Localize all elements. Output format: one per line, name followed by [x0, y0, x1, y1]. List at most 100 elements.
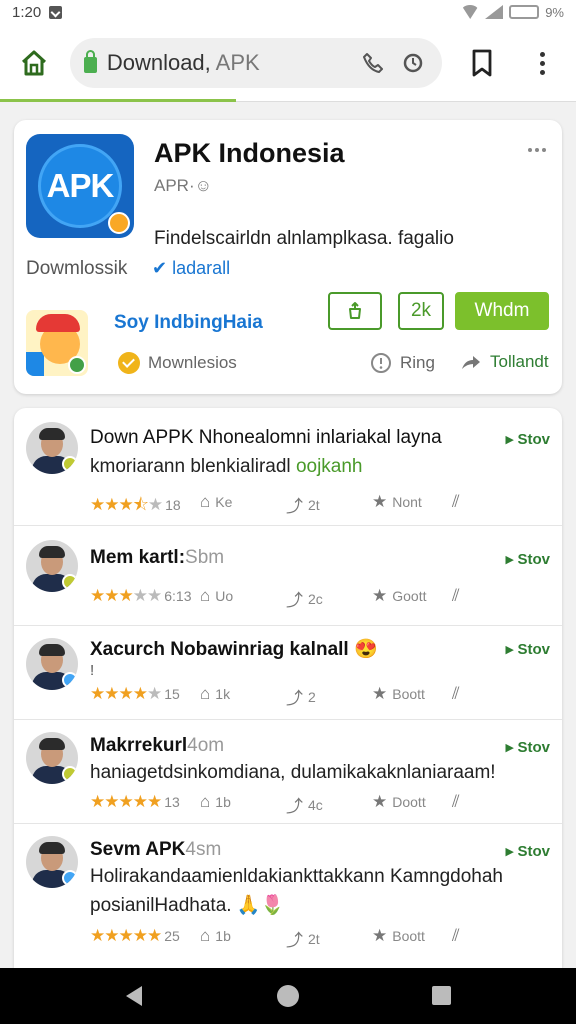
follow-button[interactable]: ▸ Stov	[506, 842, 550, 860]
share-icon: ⫽	[452, 586, 460, 605]
review-actions: ★★★★★ 15 ⌂ 1k ⤴ 2 ★ Boott ⫽	[90, 684, 550, 709]
star-action-count: Boott	[392, 686, 425, 702]
forward-icon	[462, 356, 480, 369]
review-item[interactable]: Down APPK Nhonealomni inlariakal layna ▸…	[14, 408, 562, 526]
star-action[interactable]: ★ Doott	[372, 792, 426, 812]
share-action[interactable]: ⫽	[452, 586, 460, 606]
reviewer-avatar[interactable]	[26, 422, 78, 474]
reviewer-avatar[interactable]	[26, 732, 78, 784]
reviewer-avatar[interactable]	[26, 540, 78, 592]
star-action[interactable]: ★ Goott	[372, 586, 427, 606]
repost-action[interactable]: ⤴ 2t	[286, 492, 320, 517]
share-action[interactable]: ⫽	[452, 492, 460, 512]
app-logo-badge-icon	[108, 212, 130, 234]
meta-share-label: Tollandt	[490, 352, 549, 371]
phone-icon[interactable]	[358, 48, 388, 78]
reply-action[interactable]: ⌂ 1b	[200, 926, 231, 946]
reply-action-count: 1b	[215, 928, 231, 944]
repost-action-count: 2c	[308, 590, 323, 607]
review-text: !	[90, 662, 95, 679]
verified-link[interactable]: ✔ ladarall	[152, 258, 230, 279]
share-action[interactable]: ⫽	[452, 792, 460, 812]
star-action[interactable]: ★ Boott	[372, 684, 425, 704]
share-button[interactable]	[328, 292, 382, 330]
star-action-count: Goott	[392, 588, 427, 604]
follow-button[interactable]: ▸ Stov	[506, 640, 550, 658]
review-actions: ★★★⯪★ 18 ⌂ Ke ⤴ 2t ★ Nont ⫽	[90, 492, 550, 517]
bookmark-button[interactable]	[462, 43, 502, 83]
reply-action-count: 1k	[215, 686, 231, 702]
count-button[interactable]: 2k	[398, 292, 444, 330]
follow-button[interactable]: ▸ Stov	[506, 738, 550, 756]
repost-action-count: 2	[308, 688, 316, 705]
developer-avatar[interactable]	[26, 310, 88, 376]
rating-count: 15	[164, 686, 180, 702]
review-title-text: Sevm APK	[90, 839, 186, 860]
url-dim: APK	[210, 50, 260, 75]
app-description: Findelscairldn alnlamplkasa. fagalio	[154, 228, 454, 249]
meta-share[interactable]: Tollandt	[460, 352, 549, 372]
repost-action[interactable]: ⤴ 4c	[286, 792, 323, 817]
star-icon: ★	[372, 792, 388, 811]
page-load-progress	[0, 99, 237, 102]
review-title: Xacurch Nobawinriag kalnall 😍	[90, 637, 378, 661]
star-icon: ★	[372, 684, 388, 703]
follow-button[interactable]: ▸ Stov	[506, 550, 550, 568]
reply-action[interactable]: ⌂ Ke	[200, 492, 232, 512]
share-action[interactable]: ⫽	[452, 926, 460, 946]
repost-action[interactable]: ⤴ 2c	[286, 586, 323, 611]
url-text[interactable]: Download, APK	[107, 50, 349, 76]
repost-action-count: 2t	[308, 496, 320, 513]
review-title: Makrrekurl4om	[90, 735, 224, 757]
reply-icon: ⌂	[200, 492, 211, 511]
share-icon: ⫽	[452, 684, 460, 703]
star-icon: ★	[372, 926, 388, 945]
share-icon: ⫽	[452, 926, 460, 945]
reviewer-avatar[interactable]	[26, 836, 78, 888]
search-icon[interactable]	[398, 48, 428, 78]
app-logo[interactable]: APK	[26, 134, 134, 238]
reply-action[interactable]: ⌂ 1b	[200, 792, 231, 812]
home-circle-icon[interactable]	[277, 985, 299, 1007]
reply-action[interactable]: ⌂ Uo	[200, 586, 233, 606]
star-rating: ★★★★★ 25	[90, 926, 180, 945]
meta-ring[interactable]: Ring	[370, 352, 435, 374]
star-rating: ★★★★★ 6:13	[90, 586, 192, 605]
star-action[interactable]: ★ Boott	[372, 926, 425, 946]
home-button[interactable]	[14, 43, 54, 83]
card-more-icon[interactable]	[528, 148, 546, 152]
review-text: Holirakandaamienldakiankttakkann Kamngdo…	[90, 866, 503, 887]
reviewer-avatar[interactable]	[26, 638, 78, 690]
review-text-link[interactable]: oojkanh	[296, 456, 363, 477]
reply-action-count: 1b	[215, 794, 231, 810]
recents-icon[interactable]	[432, 986, 451, 1005]
developer-name[interactable]: Soy IndbingHaia	[114, 312, 263, 334]
follow-button[interactable]: ▸ Stov	[506, 430, 550, 448]
verified-badge-icon	[62, 766, 78, 782]
review-item[interactable]: Sevm APK4sm ▸ Stov Holirakandaamienldaki…	[14, 824, 562, 968]
review-text: kmoriarann blenkialiradl oojkanh	[90, 456, 363, 478]
more-menu-icon[interactable]	[522, 43, 562, 83]
review-title-text: Down APPK Nhonealomni inlariakal layna	[90, 427, 442, 448]
downloads-label: Dowmlossik	[26, 258, 128, 279]
back-icon[interactable]	[126, 986, 142, 1006]
review-text: haniagetdsinkomdiana, dulamikakaknlaniar…	[90, 762, 496, 783]
review-item[interactable]: Xacurch Nobawinriag kalnall 😍 ▸ Stov ! ★…	[14, 626, 562, 720]
share-action[interactable]: ⫽	[452, 684, 460, 704]
review-item[interactable]: Mem kartl:Sbm ▸ Stov ★★★★★ 6:13 ⌂ Uo ⤴ 2c ★ Goo…	[14, 526, 562, 626]
download-button[interactable]: Whdm	[455, 292, 549, 330]
home-icon	[21, 50, 46, 76]
repost-action-count: 2t	[308, 930, 320, 947]
review-item[interactable]: Makrrekurl4om ▸ Stov haniagetdsinkomdian…	[14, 720, 562, 824]
reply-action-count: Uo	[215, 588, 234, 604]
url-bar[interactable]: Download, APK	[69, 38, 443, 88]
star-action[interactable]: ★ Nont	[372, 492, 422, 512]
repost-action[interactable]: ⤴ 2	[286, 684, 316, 709]
review-title-text: Makrrekurl	[90, 735, 188, 756]
star-action-count: Doott	[392, 794, 426, 810]
repost-icon: ⤴	[286, 497, 303, 516]
reply-action[interactable]: ⌂ 1k	[200, 684, 230, 704]
repost-action[interactable]: ⤴ 2t	[286, 926, 320, 951]
review-title: Sevm APK4sm	[90, 839, 221, 861]
app-title: APK Indonesia	[154, 138, 345, 168]
